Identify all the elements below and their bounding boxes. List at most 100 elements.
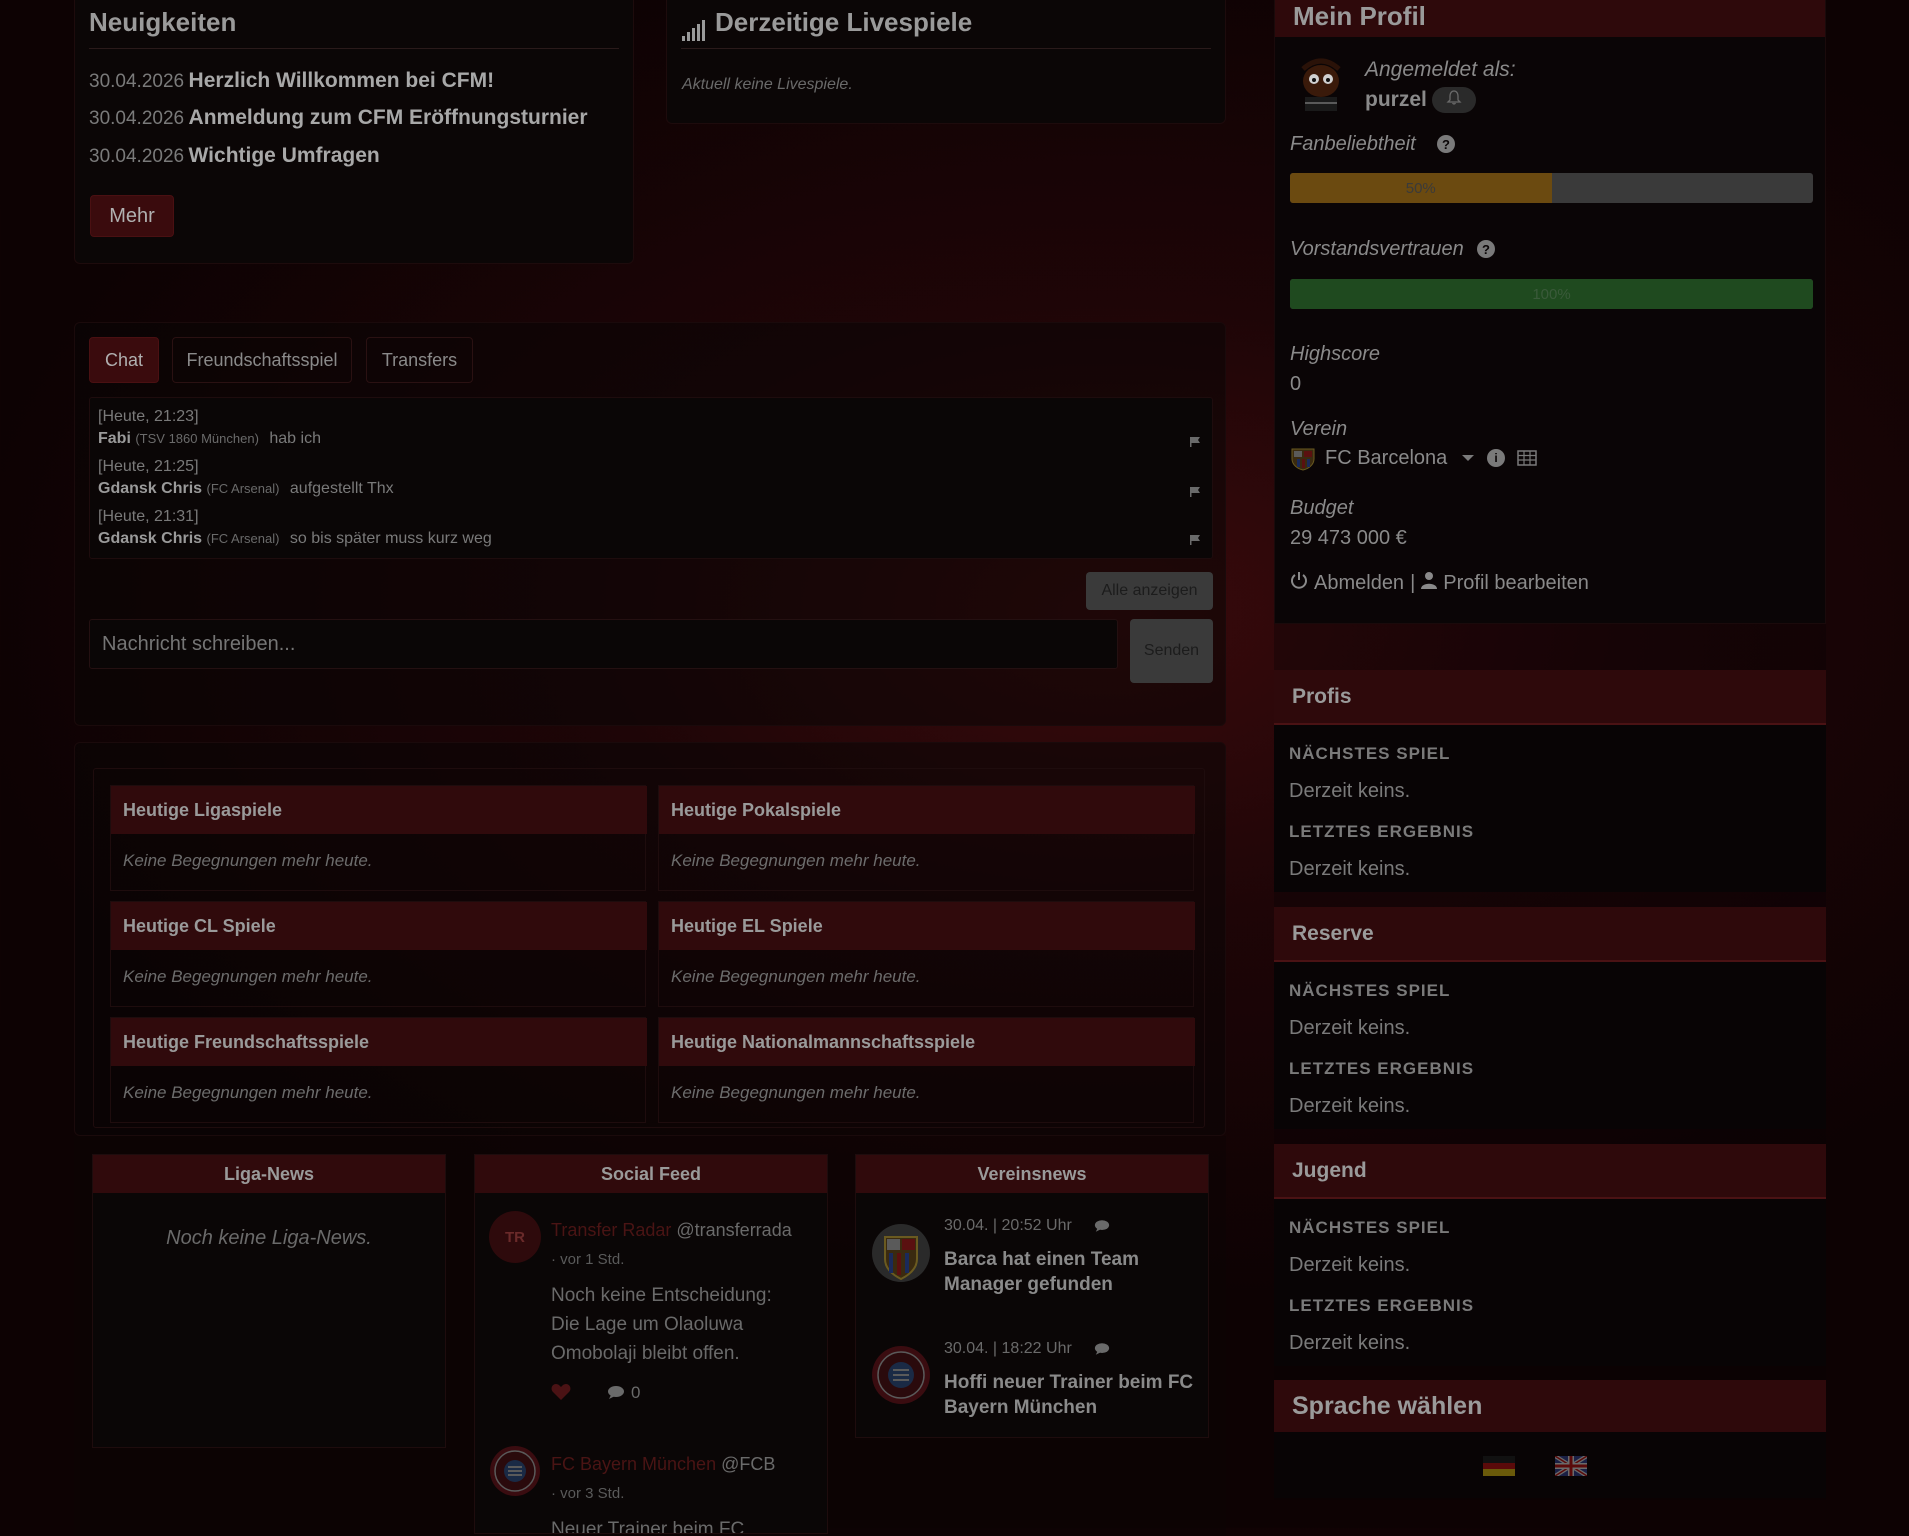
match-box-title: Heutige Freundschaftsspiele <box>111 1018 647 1066</box>
chat-log[interactable]: [Heute, 21:23] Fabi (TSV 1860 München) h… <box>89 397 1213 559</box>
team-title: Profis <box>1274 670 1826 725</box>
more-button[interactable]: Mehr <box>90 195 174 237</box>
divider <box>681 48 1211 49</box>
report-flag-icon[interactable] <box>1190 532 1200 545</box>
chat-user[interactable]: Gdansk Chris <box>98 480 202 497</box>
user-icon[interactable] <box>1421 571 1438 595</box>
fan-label: Fanbeliebtheit <box>1290 133 1416 155</box>
chat-text: aufgestellt Thx <box>289 480 394 497</box>
tab-chat[interactable]: Chat <box>89 337 159 383</box>
next-match-label: NÄCHSTES SPIEL <box>1289 981 1451 1000</box>
last-result-label: LETZTES ERGEBNIS <box>1289 822 1475 841</box>
news-item-title[interactable]: Wichtige Umfragen <box>189 144 380 167</box>
next-match-value: Derzeit keins. <box>1289 1254 1411 1276</box>
match-box: Heutige Nationalmannschaftsspiele Keine … <box>658 1017 1195 1123</box>
match-box-empty: Keine Begegnungen mehr heute. <box>671 1083 921 1102</box>
vereinsnews-date: 30.04. | 20:52 Uhr <box>944 1217 1072 1234</box>
fan-progress: 50% <box>1290 173 1813 203</box>
budget-value: 29 473 000 € <box>1290 527 1407 549</box>
show-all-button[interactable]: Alle anzeigen <box>1086 572 1213 610</box>
edit-profile-link[interactable]: Profil bearbeiten <box>1443 572 1589 595</box>
next-match-label: NÄCHSTES SPIEL <box>1289 744 1451 763</box>
club-name[interactable]: FC Barcelona <box>1325 447 1447 470</box>
match-box-title: Heutige CL Spiele <box>111 902 647 950</box>
chat-club: (TSV 1860 München) <box>135 431 259 446</box>
post-time: · vor 3 Std. <box>551 1485 625 1502</box>
last-result-value: Derzeit keins. <box>1289 858 1411 880</box>
vereinsnews-item-title[interactable]: Hoffi neuer Trainer beim FC Bayern Münch… <box>944 1370 1202 1420</box>
match-box-title: Heutige EL Spiele <box>659 902 1195 950</box>
highscore-label: Highscore <box>1290 343 1381 365</box>
fan-progress-value: 50% <box>1405 179 1436 197</box>
liga-news-empty: Noch keine Liga-News. <box>166 1227 372 1249</box>
news-item[interactable]: 30.04.2026 Anmeldung zum CFM Eröffnungst… <box>89 106 588 130</box>
chat-message: Gdansk Chris (FC Arsenal) so bis später … <box>98 530 492 548</box>
heart-icon[interactable] <box>551 1383 571 1401</box>
logout-link[interactable]: Abmelden <box>1314 572 1404 595</box>
match-box: Heutige Pokalspiele Keine Begegnungen me… <box>658 785 1195 891</box>
news-item[interactable]: 30.04.2026 Herzlich Willkommen bei CFM! <box>89 69 494 93</box>
news-item-title[interactable]: Anmeldung zum CFM Eröffnungsturnier <box>189 106 588 129</box>
team-title: Reserve <box>1274 907 1826 962</box>
news-item[interactable]: 30.04.2026 Wichtige Umfragen <box>89 144 380 168</box>
news-date: 30.04.2026 <box>89 71 185 92</box>
vereinsnews-date: 30.04. | 18:22 Uhr <box>944 1340 1072 1357</box>
live-empty: Aktuell keine Livespiele. <box>682 76 853 93</box>
vereinsnews-item-title[interactable]: Barca hat einen Team Manager gefunden <box>944 1247 1202 1297</box>
power-icon[interactable] <box>1290 571 1308 595</box>
tab-freundschaftsspiel[interactable]: Freundschaftsspiel <box>172 337 352 383</box>
table-icon[interactable] <box>1517 450 1537 466</box>
match-box-empty: Keine Begegnungen mehr heute. <box>123 1083 373 1102</box>
help-icon[interactable]: ? <box>1437 135 1455 153</box>
fan-progress-fill: 50% <box>1290 173 1552 203</box>
matches-panel: Heutige Ligaspiele Keine Begegnungen meh… <box>74 742 1226 1136</box>
comment-icon[interactable] <box>607 1385 625 1400</box>
chat-time: [Heute, 21:31] <box>98 508 199 525</box>
news-item-title[interactable]: Herzlich Willkommen bei CFM! <box>189 69 495 92</box>
matches-inner: Heutige Ligaspiele Keine Begegnungen meh… <box>93 768 1205 1128</box>
tab-transfers[interactable]: Transfers <box>366 337 473 383</box>
info-icon[interactable]: i <box>1487 449 1505 467</box>
chat-message: Fabi (TSV 1860 München) hab ich <box>98 430 321 448</box>
comment-icon[interactable] <box>1094 1342 1110 1356</box>
chat-user[interactable]: Fabi <box>98 430 131 447</box>
notification-toggle[interactable] <box>1432 87 1476 113</box>
avatar[interactable]: TR <box>489 1211 541 1263</box>
chat-input[interactable] <box>89 619 1118 669</box>
bell-icon <box>1446 89 1462 111</box>
last-result-value: Derzeit keins. <box>1289 1332 1411 1354</box>
bayern-logo[interactable] <box>489 1445 541 1497</box>
match-box: Heutige Freundschaftsspiele Keine Begegn… <box>110 1017 647 1123</box>
board-label: Vorstandsvertrauen <box>1290 238 1464 260</box>
match-box-title: Heutige Pokalspiele <box>659 786 1195 834</box>
match-box-title: Heutige Nationalmannschaftsspiele <box>659 1018 1195 1066</box>
chat-panel: Chat Freundschaftsspiel Transfers [Heute… <box>74 322 1226 726</box>
board-progress-fill: 100% <box>1290 279 1813 309</box>
board-progress: 100% <box>1290 279 1813 309</box>
flag-uk-icon[interactable] <box>1553 1454 1589 1478</box>
club-logo-bayern <box>871 1345 931 1405</box>
language-panel: Sprache wählen <box>1274 1380 1826 1498</box>
help-icon[interactable]: ? <box>1477 240 1495 258</box>
last-result-label: LETZTES ERGEBNIS <box>1289 1296 1475 1315</box>
username[interactable]: purzel <box>1365 88 1427 112</box>
match-box-title: Heutige Ligaspiele <box>111 786 647 834</box>
report-flag-icon[interactable] <box>1190 484 1200 497</box>
post-author[interactable]: Transfer Radar <box>551 1220 671 1240</box>
match-box: Heutige CL Spiele Keine Begegnungen mehr… <box>110 901 647 1007</box>
report-flag-icon[interactable] <box>1190 434 1200 447</box>
chevron-down-icon[interactable] <box>1462 455 1474 461</box>
team-title: Jugend <box>1274 1144 1826 1199</box>
last-result-label: LETZTES ERGEBNIS <box>1289 1059 1475 1078</box>
post-author[interactable]: FC Bayern München <box>551 1454 716 1474</box>
send-button[interactable]: Senden <box>1130 619 1213 683</box>
avatar <box>1291 53 1351 113</box>
profile-panel: Mein Profil Angemeldet als: purzel Fanbe… <box>1274 0 1826 624</box>
post-time: · vor 1 Std. <box>551 1251 625 1268</box>
club-label: Verein <box>1290 418 1348 440</box>
liga-news-title: Liga-News <box>93 1155 445 1193</box>
chat-user[interactable]: Gdansk Chris <box>98 530 202 547</box>
comment-icon[interactable] <box>1094 1219 1110 1233</box>
flag-de-icon[interactable] <box>1483 1456 1515 1476</box>
logged-in-label: Angemeldet als: <box>1365 58 1516 81</box>
